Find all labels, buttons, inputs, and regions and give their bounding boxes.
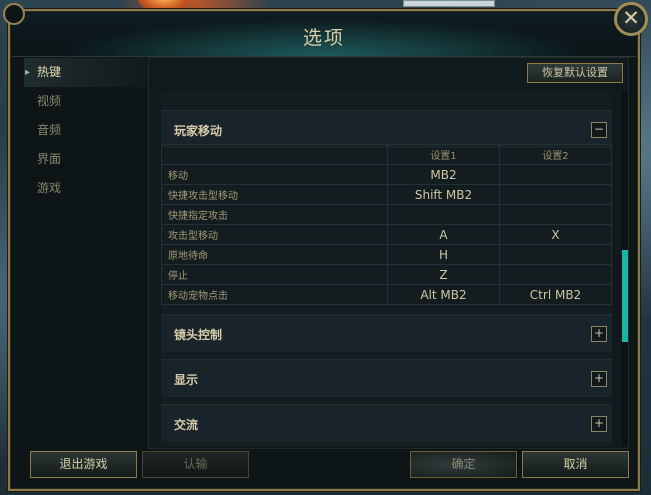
key-slot-1[interactable]: Z	[387, 264, 500, 285]
section-title: 显示	[174, 373, 199, 387]
table-row: 快捷攻击型移动 Shift MB2	[161, 184, 612, 205]
action-label: 停止	[161, 264, 388, 285]
section-title: 交流	[174, 418, 199, 432]
table-row: 攻击型移动 A X	[161, 224, 612, 245]
table-header-row: 设置1 设置2	[161, 144, 612, 165]
action-label: 快捷攻击型移动	[161, 184, 388, 205]
collapse-icon[interactable]: −	[591, 122, 607, 138]
bindings-table: 设置1 设置2 移动 MB2 快捷攻击型移动 Shift MB2 快捷指定攻击 …	[161, 144, 612, 305]
expand-icon[interactable]: +	[591, 326, 607, 342]
section-communication[interactable]: 交流 +	[161, 404, 612, 442]
sidebar-item-game[interactable]: 游戏	[24, 174, 148, 203]
column-header-setting1: 设置1	[387, 144, 500, 165]
key-slot-2[interactable]	[499, 204, 612, 225]
section-camera-control[interactable]: 镜头控制 +	[161, 314, 612, 352]
key-slot-1[interactable]: Alt MB2	[387, 284, 500, 305]
corner-ornament-icon	[3, 3, 25, 25]
sidebar-item-hotkeys[interactable]: 热键	[24, 58, 148, 87]
section-display[interactable]: 显示 +	[161, 359, 612, 397]
key-slot-1[interactable]: H	[387, 244, 500, 265]
expand-icon[interactable]: +	[591, 416, 607, 432]
table-row: 原地待命 H	[161, 244, 612, 265]
section-title: 镜头控制	[174, 328, 223, 342]
hotkey-list: 玩家移动 − 设置1 设置2 移动 MB2 快捷攻击型移动 Shift MB2 …	[161, 92, 612, 446]
action-label: 移动	[161, 164, 388, 185]
scrollbar[interactable]	[622, 92, 628, 446]
scrollbar-thumb[interactable]	[622, 250, 628, 342]
confirm-button[interactable]: 确定	[410, 451, 517, 478]
table-row: 停止 Z	[161, 264, 612, 285]
sidebar: 热键 视频 音频 界面 游戏	[24, 58, 148, 203]
key-slot-2[interactable]	[499, 264, 612, 285]
sidebar-item-video[interactable]: 视频	[24, 87, 148, 116]
section-title: 玩家移动	[174, 124, 223, 138]
close-button[interactable]: ✕	[614, 2, 648, 36]
key-slot-1[interactable]: MB2	[387, 164, 500, 185]
key-slot-2[interactable]	[499, 164, 612, 185]
background-banner	[403, 0, 495, 7]
action-label: 快捷指定攻击	[161, 204, 388, 225]
expand-icon[interactable]: +	[591, 371, 607, 387]
surrender-button[interactable]: 认输	[142, 451, 249, 478]
sidebar-item-sound[interactable]: 音频	[24, 116, 148, 145]
key-slot-2[interactable]	[499, 184, 612, 205]
title-bar: 选项	[12, 13, 636, 57]
dialog-title: 选项	[302, 27, 345, 49]
column-header-action	[161, 144, 388, 165]
table-row: 快捷指定攻击	[161, 204, 612, 225]
table-row: 移动宠物点击 Alt MB2 Ctrl MB2	[161, 284, 612, 305]
action-label: 原地待命	[161, 244, 388, 265]
sidebar-item-interface[interactable]: 界面	[24, 145, 148, 174]
restore-defaults-button[interactable]: 恢复默认设置	[527, 63, 623, 83]
column-header-setting2: 设置2	[499, 144, 612, 165]
key-slot-2[interactable]	[499, 244, 612, 265]
cancel-button[interactable]: 取消	[522, 451, 629, 478]
action-label: 攻击型移动	[161, 224, 388, 245]
key-slot-1[interactable]	[387, 204, 500, 225]
hotkeys-panel: 恢复默认设置 玩家移动 − 设置1 设置2 移动 MB2 快捷攻击型移动 Shi…	[148, 57, 629, 449]
key-slot-1[interactable]: A	[387, 224, 500, 245]
exit-game-button[interactable]: 退出游戏	[30, 451, 137, 478]
section-player-movement[interactable]: 玩家移动 −	[161, 110, 612, 148]
key-slot-2[interactable]: X	[499, 224, 612, 245]
key-slot-2[interactable]: Ctrl MB2	[499, 284, 612, 305]
action-label: 移动宠物点击	[161, 284, 388, 305]
key-slot-1[interactable]: Shift MB2	[387, 184, 500, 205]
table-row: 移动 MB2	[161, 164, 612, 185]
